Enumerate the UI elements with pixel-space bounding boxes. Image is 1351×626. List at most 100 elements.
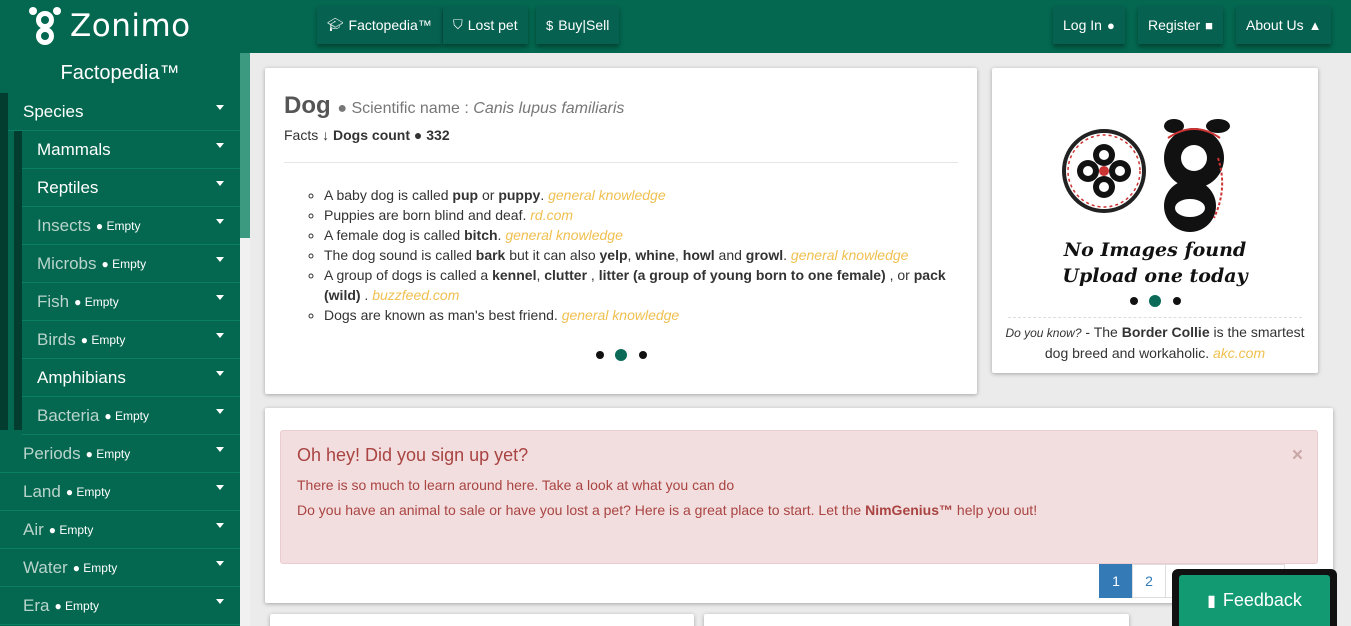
alert-line2-text: Do you have an animal to sale or have yo… xyxy=(297,502,866,518)
sidebar-item-air[interactable]: Air ● Empty xyxy=(0,511,240,549)
sidebar-item-birds[interactable]: Birds ● Empty xyxy=(22,321,240,359)
scientific-name-prefix: ● Scientific name : xyxy=(337,100,474,117)
sidebar-item-era[interactable]: Era ● Empty xyxy=(0,587,240,625)
sidebar-item-microbs[interactable]: Microbs ● Empty xyxy=(22,245,240,283)
sidebar-item-species[interactable]: Species xyxy=(8,93,240,131)
caret-down-icon xyxy=(216,485,224,490)
fact-source-link[interactable]: general knowledge xyxy=(505,227,623,243)
fact-source-link[interactable]: rd.com xyxy=(530,207,573,223)
nav-register[interactable]: Register ■ xyxy=(1138,6,1223,44)
chat-icon: ▮ xyxy=(1207,592,1216,610)
nav-buy-sell[interactable]: $ Buy|Sell xyxy=(536,6,620,44)
close-icon[interactable]: × xyxy=(1292,445,1303,467)
species-name: Dog xyxy=(284,92,331,119)
nav-factopedia-label: Factopedia™ xyxy=(348,17,432,33)
feedback-label: Feedback xyxy=(1222,590,1302,610)
nav-login[interactable]: Log In ● xyxy=(1053,6,1125,44)
fact-source-link[interactable]: general knowledge xyxy=(562,307,680,323)
nav-factopedia[interactable]: 🎓︎ Factopedia™ xyxy=(317,6,442,44)
empty-tag: ● Empty xyxy=(80,332,126,347)
sidebar-item-label: Birds xyxy=(37,329,76,349)
nav-lost-pet[interactable]: ⛉ Lost pet xyxy=(443,6,528,44)
nav-register-label: Register xyxy=(1148,17,1201,33)
no-images-line1: No Images found xyxy=(1063,239,1247,261)
empty-tag: ● Empty xyxy=(95,218,141,233)
sidebar-item-label: Insects xyxy=(37,215,91,235)
top-navbar: Zonimo 🎓︎ Factopedia™ ⛉ Lost pet $ Buy|S… xyxy=(0,0,1351,53)
sidebar-item-label: Amphibians xyxy=(37,367,126,387)
sidebar-item-land[interactable]: Land ● Empty xyxy=(0,473,240,511)
sidebar-item-amphibians[interactable]: Amphibians xyxy=(22,359,240,397)
fact-item: The dog sound is called bark but it can … xyxy=(324,245,964,265)
empty-tag: ● Empty xyxy=(54,598,100,613)
sidebar-item-label: Air xyxy=(23,519,44,539)
sidebar-item-fish[interactable]: Fish ● Empty xyxy=(22,283,240,321)
dyk-breed: Border Collie xyxy=(1121,324,1210,340)
nimgenius-label: NimGenius™ xyxy=(865,502,954,518)
brand-logo[interactable]: Zonimo xyxy=(28,4,191,48)
sidebar-item-label: Species xyxy=(23,101,84,121)
carousel-dot-active[interactable] xyxy=(1149,295,1161,307)
sidebar-item-label: Fish xyxy=(37,291,70,311)
lock-icon: ■ xyxy=(1205,17,1213,33)
brand-name: Zonimo xyxy=(70,8,191,44)
nav-about[interactable]: About Us ▲ xyxy=(1236,6,1332,44)
sidebar-item-mammals[interactable]: Mammals xyxy=(22,131,240,169)
fact-source-link[interactable]: general knowledge xyxy=(791,247,909,263)
signup-alert: Oh hey! Did you sign up yet? × There is … xyxy=(280,430,1318,564)
caret-down-icon xyxy=(216,447,224,452)
fact-source-link[interactable]: buzzfeed.com xyxy=(372,287,459,303)
dyk-mid: - The xyxy=(1081,324,1122,340)
caret-down-icon xyxy=(216,561,224,566)
carousel-dot-active[interactable] xyxy=(615,349,627,361)
caret-down-icon xyxy=(216,599,224,604)
feedback-button[interactable]: ▮ Feedback xyxy=(1179,575,1330,626)
sidebar-item-water[interactable]: Water ● Empty xyxy=(0,549,240,587)
caret-down-icon xyxy=(216,105,224,110)
dyk-prefix: Do you know? xyxy=(1005,326,1082,340)
alert-line2-end: help you out! xyxy=(953,502,1038,518)
sidebar-item-insects[interactable]: Insects ● Empty xyxy=(22,207,240,245)
sidebar-item-label: Land xyxy=(23,481,61,501)
species-title: Dog ● Scientific name : Canis lupus fami… xyxy=(284,92,624,120)
page-2-button[interactable]: 2 xyxy=(1132,564,1166,598)
alert-line1: There is so much to learn around here. T… xyxy=(297,477,735,493)
carousel-dot[interactable] xyxy=(1130,297,1138,305)
empty-tag: ● Empty xyxy=(72,560,118,575)
dyk-source-link[interactable]: akc.com xyxy=(1213,345,1265,361)
caret-down-icon xyxy=(216,371,224,376)
sidebar-scrollbar-thumb[interactable] xyxy=(240,53,250,238)
fact-source-link[interactable]: general knowledge xyxy=(548,187,666,203)
caret-down-icon xyxy=(216,409,224,414)
divider xyxy=(1008,317,1302,318)
caret-down-icon xyxy=(216,295,224,300)
caret-down-icon xyxy=(216,333,224,338)
no-image-illustration xyxy=(1062,119,1230,232)
user-icon: ● xyxy=(1106,17,1115,33)
carousel-dot[interactable] xyxy=(596,351,604,359)
species-group-bar xyxy=(0,93,8,430)
facts-label: Facts ↓ xyxy=(284,127,334,143)
sidebar-item-label: Mammals xyxy=(37,139,111,159)
empty-tag: ● Empty xyxy=(104,408,149,423)
sidebar-item-reptiles[interactable]: Reptiles xyxy=(22,169,240,207)
carousel-dot[interactable] xyxy=(1173,297,1181,305)
content-card xyxy=(270,614,694,626)
species-subgroup-bar xyxy=(14,131,22,430)
road-icon: ▲ xyxy=(1308,17,1322,33)
carousel-dot[interactable] xyxy=(639,351,647,359)
did-you-know: Do you know? - The Border Collie is the … xyxy=(992,322,1318,363)
fact-item: Dogs are known as man's best friend. gen… xyxy=(324,305,964,325)
nav-buy-sell-label: Buy|Sell xyxy=(558,17,610,33)
content-card xyxy=(704,614,1129,626)
page-1-button[interactable]: 1 xyxy=(1099,564,1133,598)
scientific-name: ● Scientific name : Canis lupus familiar… xyxy=(337,100,624,117)
facts-list: A baby dog is called pup or puppy. gener… xyxy=(324,185,964,325)
alert-line2: Do you have an animal to sale or have yo… xyxy=(297,502,1037,518)
sidebar-item-periods[interactable]: Periods ● Empty xyxy=(0,435,240,473)
sidebar-item-label: Microbs xyxy=(37,253,97,273)
empty-tag: ● Empty xyxy=(48,522,94,537)
sidebar-item-bacteria[interactable]: Bacteria ● Empty xyxy=(22,397,240,435)
zonimo-logo-icon xyxy=(29,7,61,45)
sidebar-item-label: Bacteria xyxy=(37,405,100,425)
